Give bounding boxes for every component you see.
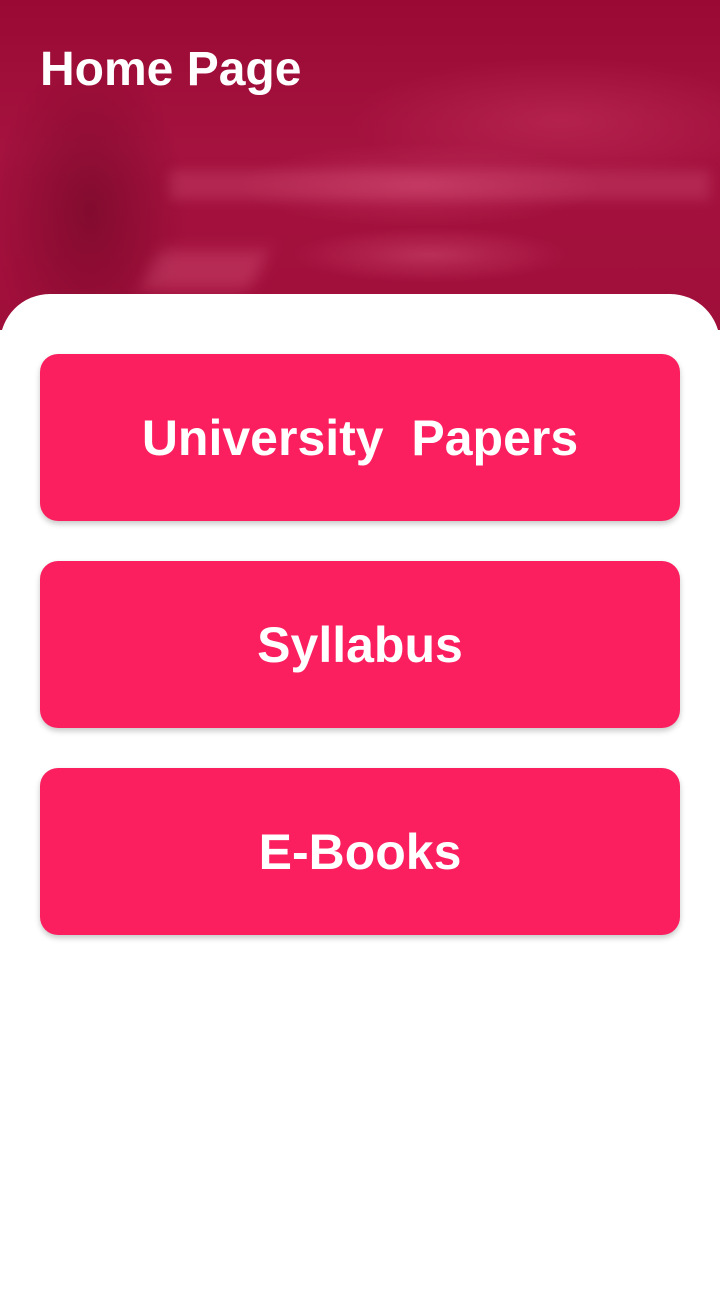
page-title: Home Page bbox=[40, 43, 302, 96]
e-books-button[interactable]: E-Books bbox=[40, 768, 680, 935]
syllabus-button[interactable]: Syllabus bbox=[40, 561, 680, 728]
header-banner: Home Page bbox=[0, 0, 720, 330]
e-books-label: E-Books bbox=[258, 823, 462, 880]
university-papers-label: University Papers bbox=[141, 409, 579, 466]
syllabus-label: Syllabus bbox=[257, 616, 463, 673]
header-background-detail bbox=[140, 250, 270, 290]
content-card: University Papers Syllabus E-Books bbox=[0, 294, 720, 1293]
header-background-detail bbox=[170, 170, 710, 200]
university-papers-button[interactable]: University Papers bbox=[40, 354, 680, 521]
